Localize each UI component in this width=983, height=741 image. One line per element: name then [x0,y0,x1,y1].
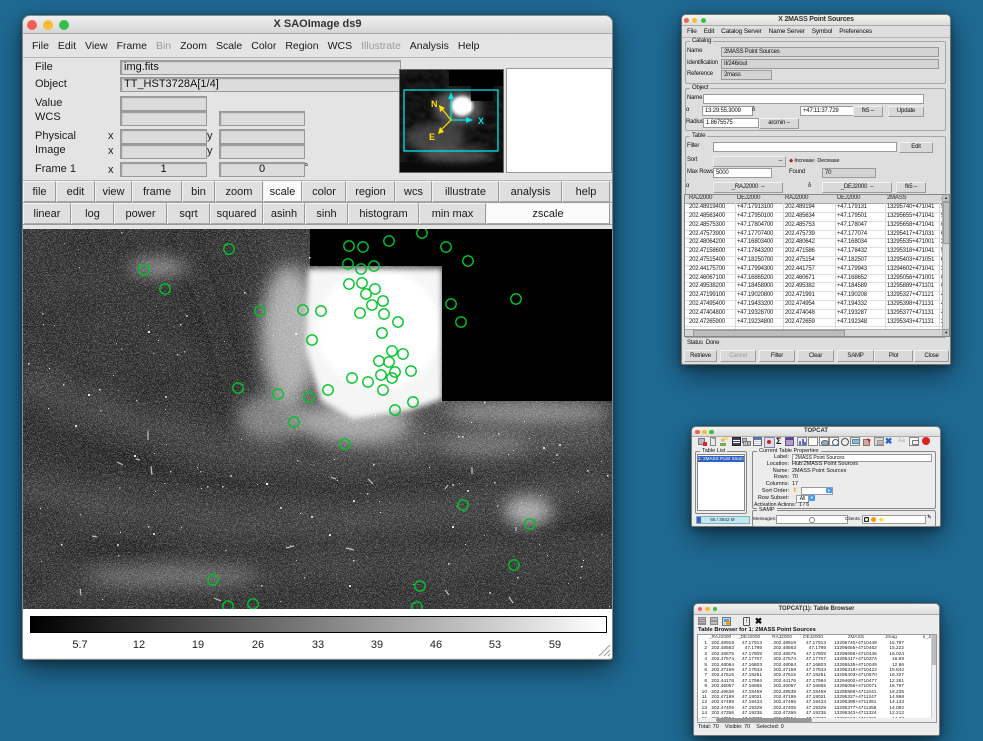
svg-text:N: N [431,99,438,109]
svg-text:X: X [478,116,484,126]
svg-text:E: E [429,132,435,142]
